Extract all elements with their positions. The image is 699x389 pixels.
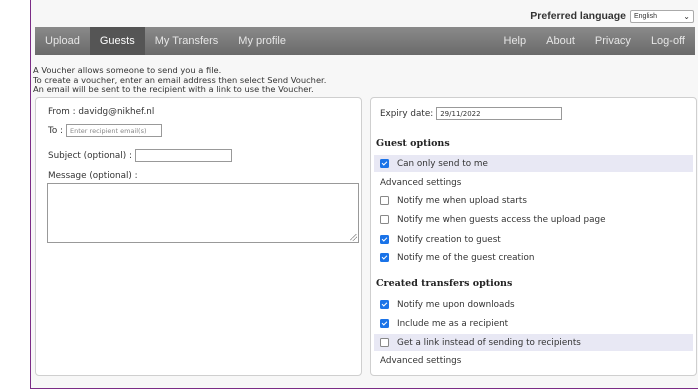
option-can-only-send-to-me[interactable]: Can only send to me [374,155,693,172]
option-label: Notify me when guests access the upload … [397,214,606,225]
nav-guests[interactable]: Guests [89,27,145,55]
nav-my-profile[interactable]: My profile [228,27,296,55]
option-label: Notify me when upload starts [397,195,527,206]
option-label: Notify creation to guest [397,234,501,245]
guest-options-title: Guest options [376,138,450,149]
voucher-intro: A Voucher allows someone to send you a f… [33,65,326,95]
option-include-me[interactable]: Include me as a recipient [374,315,693,332]
subject-input[interactable] [134,149,232,162]
created-transfers-title: Created transfers options [376,278,513,289]
checkbox-notify-creation-to-guest[interactable] [380,235,389,244]
option-notify-upload-starts[interactable]: Notify me when upload starts [374,192,693,209]
checkbox-include-me[interactable] [380,319,389,328]
option-label: Notify me upon downloads [397,299,515,310]
advanced-settings-transfers[interactable]: Advanced settings [380,356,461,366]
message-label: Message (optional) : [48,171,138,181]
advanced-settings-guest[interactable]: Advanced settings [380,178,461,188]
chevron-down-icon: ⌄ [683,11,690,21]
nav-logoff[interactable]: Log-off [641,27,695,55]
option-label: Can only send to me [397,158,488,169]
option-notify-guest-creation[interactable]: Notify me of the guest creation [374,249,693,266]
checkbox-notify-guest-creation[interactable] [380,253,389,262]
app-frame: Preferred language English ⌄ Upload Gues… [30,0,698,389]
option-get-link[interactable]: Get a link instead of sending to recipie… [374,334,693,351]
preferred-language-label: Preferred language [530,10,626,22]
option-notify-guests-access[interactable]: Notify me when guests access the upload … [374,211,693,228]
option-label: Include me as a recipient [397,318,509,329]
checkbox-notify-guests-access[interactable] [380,215,389,224]
option-label: Notify me of the guest creation [397,252,535,263]
nav-privacy[interactable]: Privacy [585,27,641,55]
checkbox-notify-downloads[interactable] [380,300,389,309]
checkbox-can-only-send-to-me[interactable] [380,159,389,168]
nav-help[interactable]: Help [494,27,537,55]
nav-about[interactable]: About [536,27,585,55]
option-notify-creation-to-guest[interactable]: Notify creation to guest [374,231,693,248]
message-row: Message (optional) : [48,171,138,181]
checkbox-get-link[interactable] [380,338,389,347]
recipient-panel: From : davidg@nikhef.nl To : Enter recip… [35,97,362,376]
main-nav: Upload Guests My Transfers My profile He… [35,27,695,55]
language-bar: Preferred language English ⌄ [530,9,694,23]
expiry-row: Expiry date: 29/11/2022 [380,107,563,120]
intro-line-3: An email will be sent to the recipient w… [33,84,314,94]
nav-upload[interactable]: Upload [35,27,90,55]
to-label: To : [48,125,64,136]
language-value: English [634,12,657,20]
message-textarea[interactable] [47,183,359,243]
option-label: Get a link instead of sending to recipie… [397,337,581,348]
nav-my-transfers[interactable]: My Transfers [145,27,229,55]
subject-row: Subject (optional) : [48,149,232,162]
subject-label: Subject (optional) : [48,150,132,161]
checkbox-notify-upload-starts[interactable] [380,196,389,205]
from-label: From : davidg@nikhef.nl [48,107,155,117]
from-row: From : davidg@nikhef.nl [48,107,154,117]
recipient-email-input[interactable]: Enter recipient email(s) [66,124,163,137]
expiry-date-input[interactable]: 29/11/2022 [436,107,563,120]
options-panel: Expiry date: 29/11/2022 Guest options Ca… [370,97,697,376]
to-row: To : Enter recipient email(s) [48,124,163,137]
resize-handle-icon[interactable] [350,234,357,241]
expiry-label: Expiry date: [380,108,434,119]
option-notify-downloads[interactable]: Notify me upon downloads [374,296,693,313]
language-select[interactable]: English ⌄ [630,9,694,23]
